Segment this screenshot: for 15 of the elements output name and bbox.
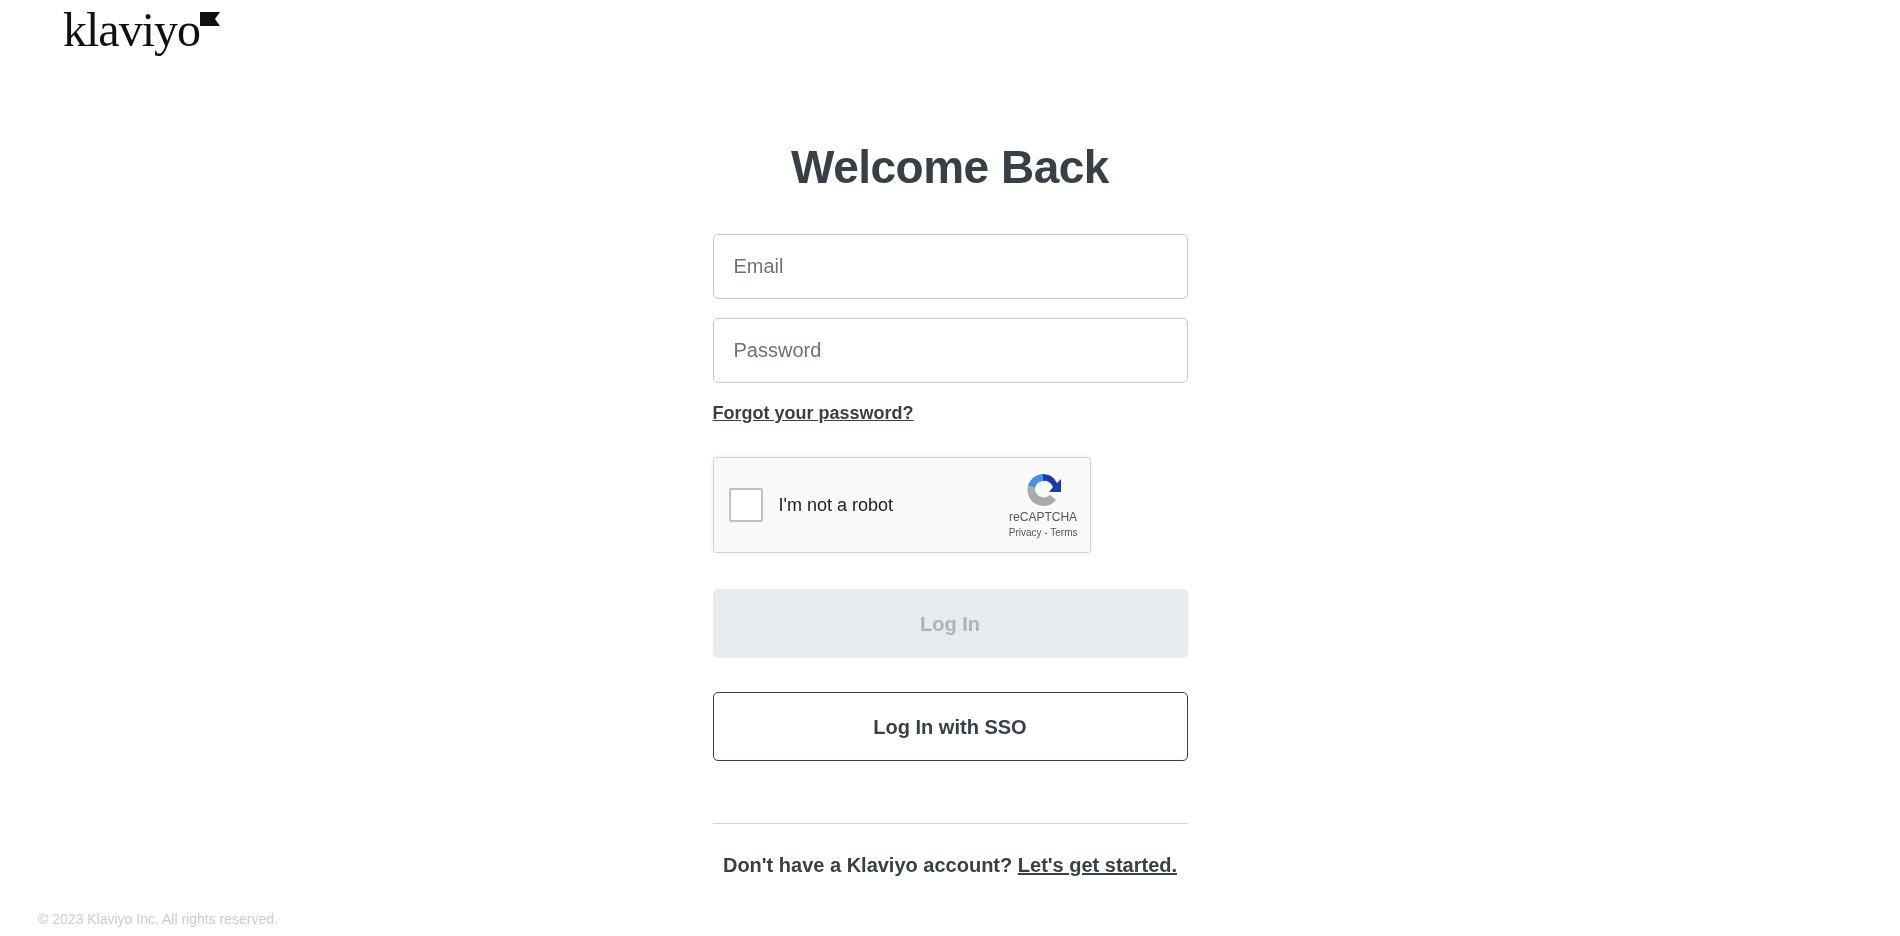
logo: klaviyo [63, 6, 200, 54]
forgot-password-link[interactable]: Forgot your password? [712, 400, 914, 428]
captcha-label: I'm not a robot [778, 493, 893, 517]
password-field[interactable]: Password [712, 318, 1188, 384]
recaptcha-brand: reCAPTCHA [1009, 510, 1078, 525]
signup-link[interactable]: Let's get started. [1017, 854, 1178, 877]
captcha-checkbox[interactable] [728, 488, 763, 523]
separator: - [1044, 526, 1048, 538]
email-field[interactable]: Email [712, 234, 1188, 300]
signup-prompt: Don't have a Klaviyo account? [722, 854, 1013, 877]
page-title: Welcome Back [790, 140, 1110, 195]
flag-icon [200, 12, 220, 26]
sso-login-button[interactable]: Log In with SSO [712, 692, 1188, 762]
privacy-link[interactable]: Privacy [1008, 526, 1042, 538]
terms-link[interactable]: Terms [1050, 526, 1078, 538]
